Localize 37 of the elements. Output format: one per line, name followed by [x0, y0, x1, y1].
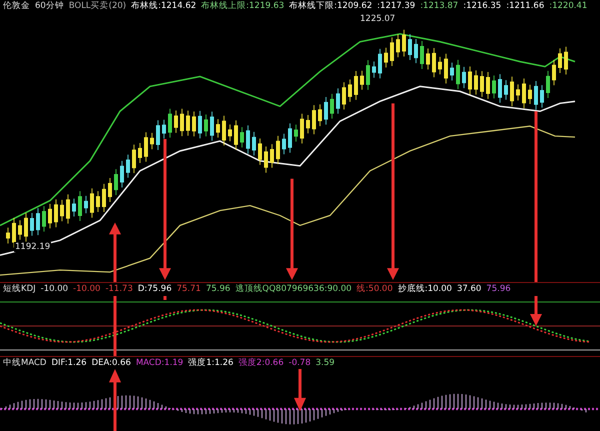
indicator-value: -10.00 — [40, 284, 68, 294]
indicator-value: 抄底线:10.00 — [398, 283, 452, 296]
indicator-value: :1220.41 — [549, 1, 588, 12]
up-arrow — [109, 222, 121, 282]
indicator-value: 75.96 — [206, 284, 230, 294]
indicator-value: 强度1:1.26 — [188, 356, 234, 369]
indicator-value: 伦敦金 — [3, 0, 30, 12]
indicator-value: :1216.35 — [463, 1, 502, 12]
indicator-value: MACD:1.19 — [136, 358, 184, 368]
indicator-value: -10.00 — [73, 284, 100, 294]
indicator-value: 布林线:1214.62 — [131, 0, 196, 12]
indicator-value: 中线MACD — [3, 356, 46, 369]
indicator-value: 60分钟 — [35, 0, 64, 12]
up-arrow — [109, 368, 121, 431]
indicator-value: 短线KDJ — [3, 283, 36, 296]
indicator-value: -0.78 — [288, 358, 311, 368]
indicator-value: 强度2:0.66 — [238, 356, 284, 369]
indicator-value: :1217.39 — [377, 1, 416, 12]
indicator-value: D:75.96 — [138, 284, 172, 294]
indicator-value: 75.96 — [486, 284, 511, 294]
indicator-value: 37.60 — [456, 284, 482, 294]
down-arrow — [294, 368, 306, 411]
price-label: 1192.19 — [14, 242, 52, 252]
indicator-value: 布林线下限:1209.62 — [289, 0, 372, 12]
indicator-value: :1213.87 — [420, 1, 458, 12]
indicator-value: 线:50.00 — [356, 283, 393, 296]
indicator-value: 逃顶线QQ807969636:90.00 — [235, 283, 352, 296]
price-label: 1225.07 — [360, 14, 396, 24]
indicator-value: :1211.66 — [506, 1, 544, 12]
indicator-value: 75.71 — [176, 284, 201, 294]
down-arrow — [530, 296, 542, 326]
indicator-value: -11.73 — [105, 284, 133, 294]
indicator-value: BOLL买卖(20) — [68, 0, 126, 12]
indicator-value: 3.59 — [316, 358, 335, 368]
indicator-value: DIF:1.26 — [51, 358, 87, 368]
indicator-value: DEA:0.66 — [92, 358, 131, 368]
indicator-value: 布林线上限:1219.63 — [201, 0, 284, 12]
